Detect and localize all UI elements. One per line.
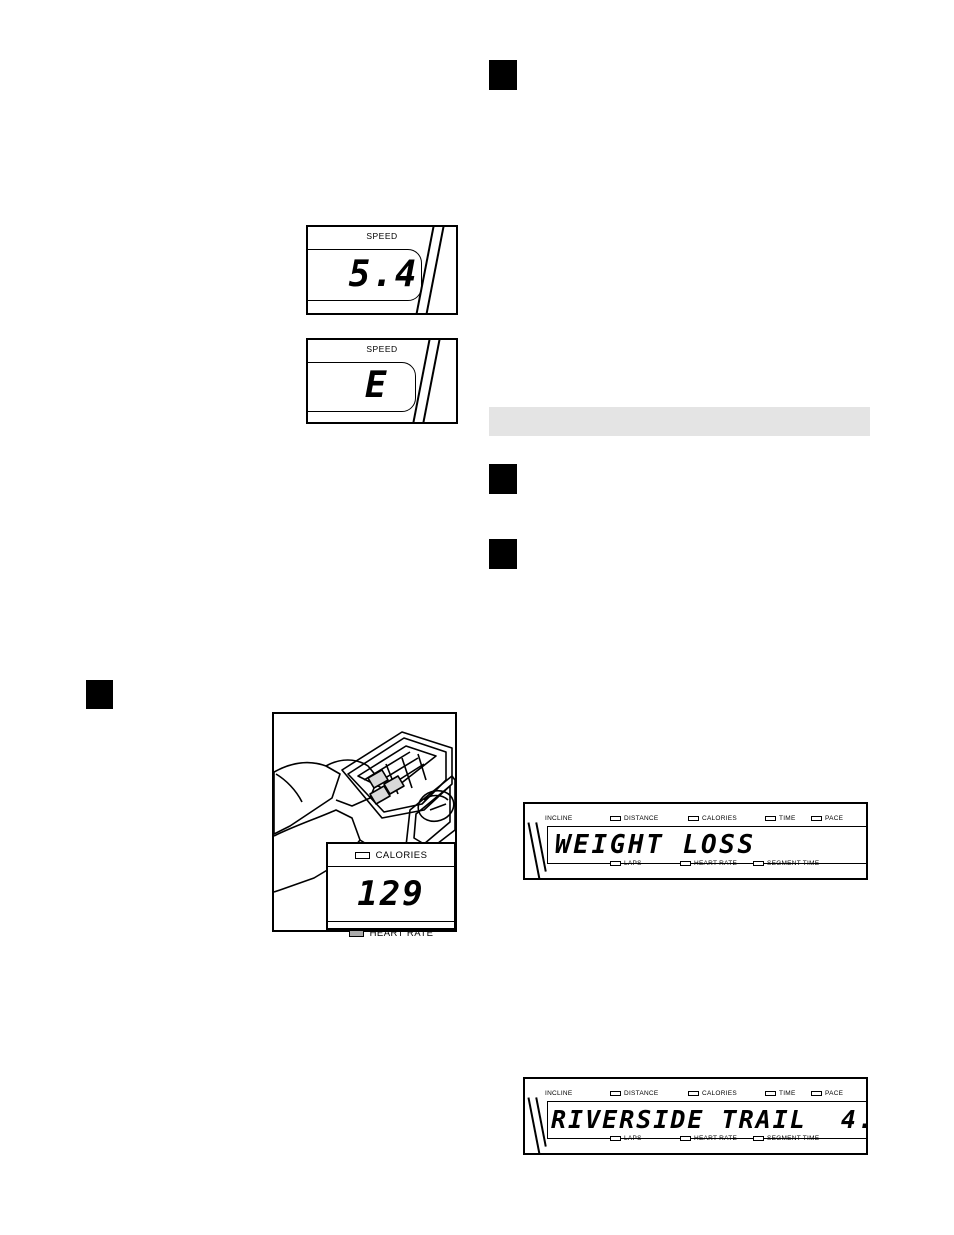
label-laps-text: LAPS — [624, 1134, 642, 1142]
label-pace: PACE — [811, 815, 843, 822]
calories-label-row: CALORIES — [328, 844, 454, 867]
msg-top-label-row: INCLINE DISTANCE CALORIES TIME PACE — [525, 811, 866, 825]
label-laps: LAPS — [610, 1135, 642, 1142]
calories-value: 129 — [357, 874, 425, 914]
speed-display-error: SPEED E — [306, 338, 458, 424]
laps-led-icon — [610, 860, 621, 866]
label-laps-text: LAPS — [624, 859, 642, 867]
time-led-icon — [765, 1090, 776, 1096]
msg-bottom-label-row: LAPS HEART RATE SEGMENT TIME — [525, 856, 866, 870]
label-heart-rate: HEART RATE — [680, 1135, 737, 1142]
pace-led-icon — [811, 1090, 822, 1096]
label-distance: DISTANCE — [610, 815, 658, 822]
label-time-text: TIME — [779, 814, 796, 822]
label-calories-text: CALORIES — [702, 1089, 737, 1097]
speed-value: 5.4 — [348, 254, 418, 295]
speed-error-value: E — [364, 365, 388, 406]
calories-led-icon — [688, 1090, 699, 1096]
step-marker-2 — [489, 464, 517, 494]
calories-label: CALORIES — [375, 849, 428, 861]
label-calories: CALORIES — [688, 1090, 737, 1097]
label-heart-rate-text: HEART RATE — [694, 859, 738, 867]
manual-page: SPEED 5.4 SPEED E CALORIES 129 HEART RAT… — [0, 0, 954, 1235]
laps-led-icon — [610, 1135, 621, 1141]
label-incline-text: INCLINE — [545, 814, 573, 822]
label-pace-text: PACE — [825, 1089, 844, 1097]
label-time: TIME — [765, 1090, 796, 1097]
label-calories: CALORIES — [688, 815, 737, 822]
label-pace: PACE — [811, 1090, 843, 1097]
speed-lcd-window — [308, 362, 416, 412]
heart-rate-led-icon — [348, 929, 364, 937]
label-incline: INCLINE — [545, 815, 572, 822]
label-segment-time-text: SEGMENT TIME — [767, 1134, 820, 1142]
message-center-riverside-trail: INCLINE DISTANCE CALORIES TIME PACE RIVE… — [523, 1077, 868, 1155]
time-led-icon — [765, 815, 776, 821]
redacted-banner — [489, 407, 870, 436]
speed-label: SPEED — [366, 231, 398, 241]
label-segment-time-text: SEGMENT TIME — [767, 859, 820, 867]
calories-value-row: 129 — [328, 867, 454, 921]
label-segment-time: SEGMENT TIME — [753, 1135, 819, 1142]
segment-time-led-icon — [753, 860, 764, 866]
label-pace-text: PACE — [825, 814, 844, 822]
label-laps: LAPS — [610, 860, 642, 867]
step-marker-4 — [86, 680, 113, 709]
calories-led-icon — [354, 851, 370, 859]
speed-display-value: SPEED 5.4 — [306, 225, 458, 315]
label-distance-text: DISTANCE — [624, 1089, 659, 1097]
label-distance: DISTANCE — [610, 1090, 658, 1097]
heart-rate-label: HEART RATE — [369, 927, 434, 939]
label-distance-text: DISTANCE — [624, 814, 659, 822]
step-marker-3 — [489, 539, 517, 569]
label-calories-text: CALORIES — [702, 814, 737, 822]
message-center-weight-loss: INCLINE DISTANCE CALORIES TIME PACE WEIG… — [523, 802, 868, 880]
heart-rate-led-icon — [680, 1135, 691, 1141]
msg-bottom-label-row: LAPS HEART RATE SEGMENT TIME — [525, 1131, 866, 1145]
heart-rate-led-icon — [680, 860, 691, 866]
segment-time-led-icon — [753, 1135, 764, 1141]
label-heart-rate: HEART RATE — [680, 860, 737, 867]
label-incline: INCLINE — [545, 1090, 572, 1097]
pace-led-icon — [811, 815, 822, 821]
msg-top-label-row: INCLINE DISTANCE CALORIES TIME PACE — [525, 1086, 866, 1100]
speed-label: SPEED — [366, 344, 398, 354]
label-segment-time: SEGMENT TIME — [753, 860, 819, 867]
calories-led-icon — [688, 815, 699, 821]
label-incline-text: INCLINE — [545, 1089, 573, 1097]
label-time: TIME — [765, 815, 796, 822]
label-time-text: TIME — [779, 1089, 796, 1097]
distance-led-icon — [610, 815, 621, 821]
step-marker-1 — [489, 60, 517, 90]
label-heart-rate-text: HEART RATE — [694, 1134, 738, 1142]
heart-rate-label-row: HEART RATE — [328, 921, 454, 944]
distance-led-icon — [610, 1090, 621, 1096]
calories-heart-rate-panel: CALORIES 129 HEART RATE — [326, 842, 456, 939]
